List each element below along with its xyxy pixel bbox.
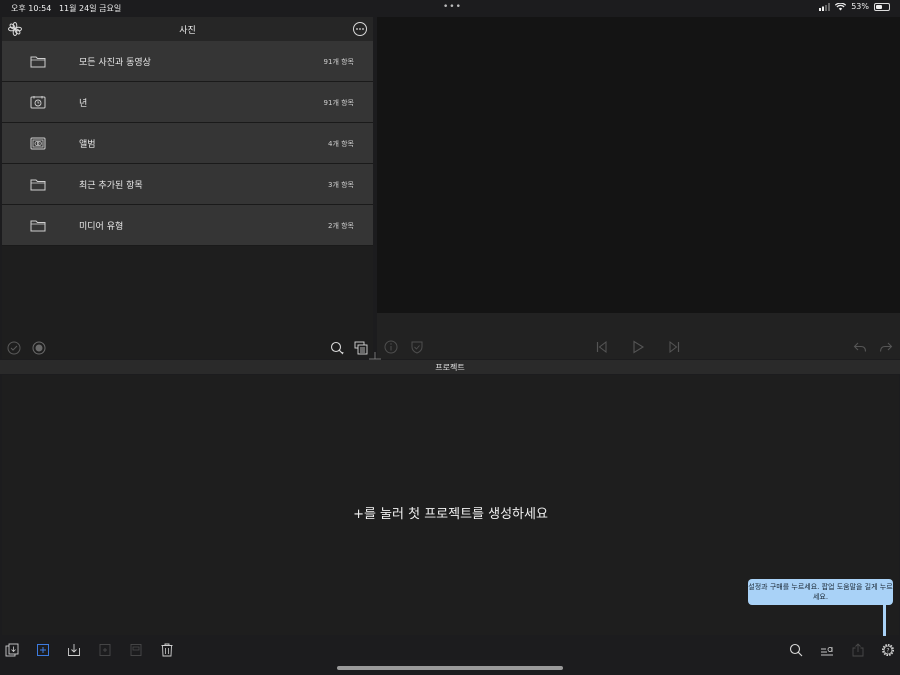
list-item-label: 최근 추가된 항목 xyxy=(79,181,143,191)
folder-icon xyxy=(30,56,46,68)
tooltip-pointer xyxy=(883,605,886,639)
photos-source-list: 모든 사진과 동영상 91개 항목 년 91개 항목 앨범 4개 항목 최근 추… xyxy=(2,41,373,246)
list-item-count: 2개 항목 xyxy=(328,222,354,230)
skip-forward-icon[interactable] xyxy=(667,340,681,354)
import-project-icon[interactable] xyxy=(5,643,19,657)
list-item-label: 년 xyxy=(79,99,88,109)
download-icon[interactable] xyxy=(67,643,81,657)
list-item-label: 미디어 유형 xyxy=(79,222,124,232)
svg-text:?: ? xyxy=(886,647,889,654)
list-item-label: 앨범 xyxy=(79,140,96,150)
trash-icon[interactable] xyxy=(160,643,174,657)
favorite-shield-icon[interactable] xyxy=(410,340,424,354)
list-item-count: 91개 항목 xyxy=(323,58,354,66)
duplicate-icon[interactable] xyxy=(98,643,112,657)
undo-icon[interactable] xyxy=(853,340,867,354)
more-options-icon[interactable] xyxy=(352,21,368,37)
multitask-dots[interactable]: ••• xyxy=(443,2,462,12)
status-indicators: 53% xyxy=(819,2,890,11)
status-time: 오후 10:54 11월 24일 금요일 xyxy=(11,4,122,13)
calendar-clock-icon xyxy=(30,96,46,109)
new-project-plus-icon[interactable] xyxy=(36,643,50,657)
project-title: 프로젝트 xyxy=(435,363,465,372)
view-options-icon[interactable] xyxy=(354,341,368,355)
skip-back-icon[interactable] xyxy=(595,340,609,354)
preview-viewer xyxy=(377,17,900,313)
play-icon[interactable] xyxy=(631,340,645,354)
record-icon[interactable] xyxy=(32,341,46,355)
list-item-all-photos[interactable]: 모든 사진과 동영상 91개 항목 xyxy=(2,41,373,82)
archive-icon[interactable] xyxy=(129,643,143,657)
home-indicator[interactable] xyxy=(337,666,563,670)
project-header: 프로젝트 xyxy=(0,360,900,374)
list-item-label: 모든 사진과 동영상 xyxy=(79,58,151,68)
list-item-count: 91개 항목 xyxy=(323,99,354,107)
photos-panel: 사진 모든 사진과 동영상 91개 항목 년 91개 항목 앨범 4개 항목 최… xyxy=(2,17,373,359)
list-item-recently-added[interactable]: 최근 추가된 항목 3개 항목 xyxy=(2,164,373,205)
settings-gear-icon[interactable]: ? xyxy=(881,643,895,657)
search-icon[interactable] xyxy=(330,341,344,355)
battery-percent: 53% xyxy=(851,2,869,11)
settings-tooltip: 설정과 구매를 누르세요. 팝업 도움말을 길게 누르세요. xyxy=(748,579,893,605)
list-item-media-types[interactable]: 미디어 유형 2개 항목 xyxy=(2,205,373,246)
list-item-albums[interactable]: 앨범 4개 항목 xyxy=(2,123,373,164)
cellular-signal-icon xyxy=(819,2,831,11)
album-icon xyxy=(30,137,46,150)
redo-icon[interactable] xyxy=(879,340,893,354)
preview-toolbar xyxy=(377,313,900,359)
list-item-count: 3개 항목 xyxy=(328,181,354,189)
share-icon[interactable] xyxy=(851,643,865,657)
photos-header: 사진 xyxy=(2,17,373,41)
battery-icon xyxy=(874,2,890,11)
folder-icon xyxy=(30,179,46,191)
search-projects-icon[interactable] xyxy=(789,643,803,657)
list-item-count: 4개 항목 xyxy=(328,140,354,148)
info-icon[interactable] xyxy=(384,340,398,354)
battery-fill xyxy=(876,4,883,9)
status-bar: 오후 10:54 11월 24일 금요일 ••• 53% xyxy=(0,0,900,17)
select-check-icon[interactable] xyxy=(7,341,21,355)
folder-icon xyxy=(30,220,46,232)
empty-project-message: +를 눌러 첫 프로젝트를 생성하세요 xyxy=(353,507,548,522)
photos-toolbar xyxy=(2,337,373,359)
photos-title: 사진 xyxy=(179,26,196,36)
sort-icon[interactable] xyxy=(820,643,834,657)
list-item-years[interactable]: 년 91개 항목 xyxy=(2,82,373,123)
wifi-icon xyxy=(835,2,847,10)
